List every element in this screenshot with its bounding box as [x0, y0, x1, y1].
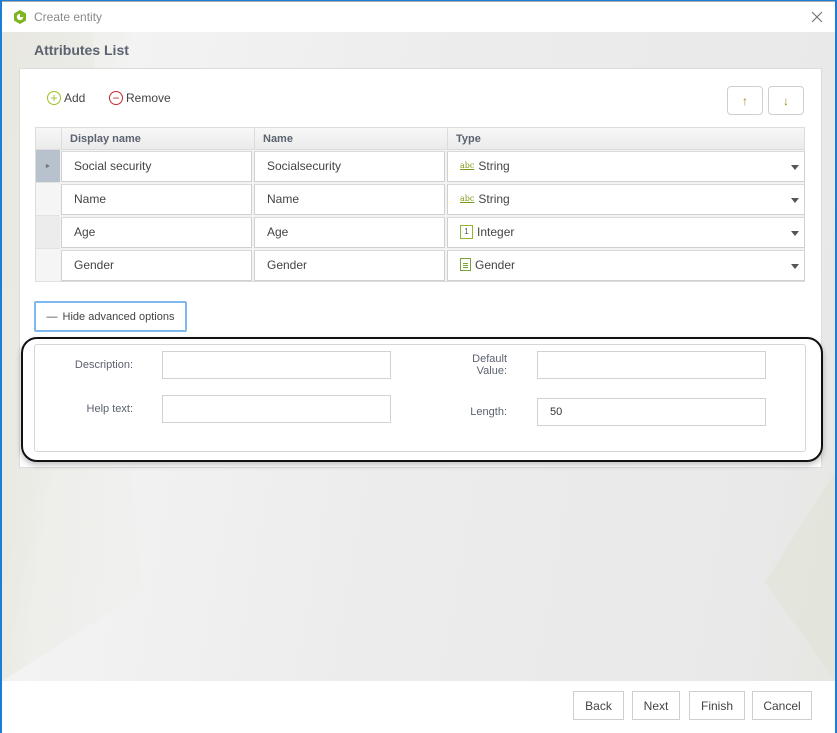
create-entity-dialog: Create entity Attributes List + Add − Re… [0, 0, 837, 733]
integer-icon: 1 [460, 224, 473, 239]
hide-advanced-options-button[interactable]: — Hide advanced options [34, 301, 187, 332]
chevron-down-icon[interactable] [791, 198, 799, 203]
type-dropdown[interactable]: abc String [447, 184, 805, 215]
move-down-button[interactable]: ↓ [768, 86, 804, 115]
back-button[interactable]: Back [573, 691, 624, 720]
display-name-cell[interactable]: Gender [61, 250, 252, 281]
close-button[interactable] [805, 6, 829, 28]
default-value-label: Default Value: [445, 353, 507, 377]
attributes-panel: + Add − Remove ↑ ↓ Display name Name Typ… [19, 68, 823, 468]
description-label: Description: [74, 359, 133, 371]
abc-string-icon: abc [460, 194, 475, 204]
finish-button[interactable]: Finish [689, 691, 745, 720]
name-cell[interactable]: Age [254, 217, 445, 248]
attributes-grid: Display name Name Type ► Social security… [35, 127, 805, 282]
add-attribute-button[interactable]: + Add [47, 91, 85, 105]
content-area: Attributes List + Add − Remove ↑ ↓ Displ… [2, 32, 835, 681]
name-cell[interactable]: Gender [254, 250, 445, 281]
remove-label: Remove [126, 91, 171, 105]
default-value-label-line1: Default [472, 353, 507, 365]
section-title: Attributes List [34, 42, 129, 58]
arrow-up-icon: ↑ [742, 93, 748, 108]
description-input[interactable] [162, 351, 391, 379]
table-row[interactable]: ► Social security Socialsecurity abc Stri… [36, 150, 805, 183]
arrow-down-icon: ↓ [783, 93, 789, 108]
grid-header: Display name Name Type [36, 128, 804, 150]
advanced-options-panel: Description: Help text: Default Value: L… [34, 344, 806, 452]
type-value: Integer [477, 225, 515, 239]
column-header-display-name[interactable]: Display name [61, 128, 254, 150]
move-up-button[interactable]: ↑ [727, 86, 763, 115]
app-logo-icon [13, 10, 27, 24]
dialog-footer: Back Next Finish Cancel [2, 681, 835, 733]
chevron-down-icon[interactable] [791, 165, 799, 170]
add-label: Add [64, 91, 86, 105]
remove-attribute-button[interactable]: − Remove [109, 91, 171, 105]
name-cell[interactable]: Socialsecurity [254, 151, 445, 182]
next-button[interactable]: Next [632, 691, 680, 720]
row-selector[interactable] [36, 183, 60, 216]
abc-string-icon: abc [460, 161, 475, 171]
type-dropdown[interactable]: Gender [447, 250, 805, 281]
hide-advanced-options-label: Hide advanced options [62, 310, 175, 323]
current-row-indicator-icon: ► [44, 162, 52, 170]
window-title: Create entity [34, 10, 103, 24]
cancel-button[interactable]: Cancel [752, 691, 812, 720]
add-circle-icon: + [47, 91, 61, 105]
length-input[interactable] [537, 398, 766, 426]
name-cell[interactable]: Name [254, 184, 445, 215]
collapse-dash-icon: — [46, 310, 58, 323]
title-bar: Create entity [2, 1, 835, 32]
enumeration-icon [460, 258, 471, 272]
display-name-cell[interactable]: Name [61, 184, 252, 215]
help-text-input[interactable] [162, 395, 391, 423]
type-value: String [478, 192, 510, 206]
close-icon [811, 11, 823, 23]
type-value: String [478, 159, 510, 173]
display-name-cell[interactable]: Age [61, 217, 252, 248]
row-selector[interactable] [36, 216, 60, 249]
column-header-type[interactable]: Type [447, 128, 805, 150]
row-selector[interactable]: ► [36, 150, 60, 183]
table-row[interactable]: Age Age 1 Integer [36, 216, 805, 249]
default-value-input[interactable] [537, 351, 766, 379]
help-text-label: Help text: [86, 403, 133, 415]
type-dropdown[interactable]: abc String [447, 151, 805, 182]
display-name-cell[interactable]: Social security [61, 151, 252, 182]
remove-circle-icon: − [109, 91, 123, 105]
default-value-label-line2: Value: [476, 365, 507, 377]
chevron-down-icon[interactable] [791, 231, 799, 236]
row-selector[interactable] [36, 249, 60, 282]
type-value: Gender [475, 258, 516, 272]
table-row[interactable]: Gender Gender Gender [36, 249, 805, 282]
chevron-down-icon[interactable] [791, 264, 799, 269]
column-header-name[interactable]: Name [254, 128, 447, 150]
table-row[interactable]: Name Name abc String [36, 183, 805, 216]
type-dropdown[interactable]: 1 Integer [447, 217, 805, 248]
length-label: Length: [470, 406, 507, 418]
